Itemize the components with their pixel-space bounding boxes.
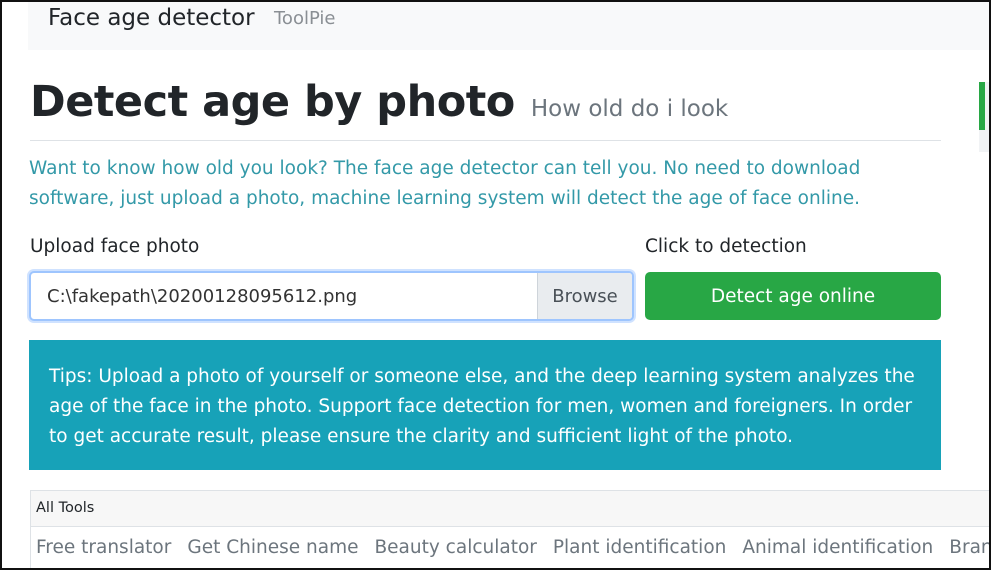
tools-list: Free translator Get Chinese name Beauty … [31,527,989,558]
upload-label: Upload face photo [30,236,200,257]
all-tools-card: All Tools Free translator Get Chinese na… [30,490,989,568]
browse-button[interactable]: Browse [537,273,632,319]
detect-age-button[interactable]: Detect age online [645,272,941,320]
tool-link-free-translator[interactable]: Free translator [36,537,171,558]
tool-link-animal-identification[interactable]: Animal identification [742,537,933,558]
side-green-tab[interactable] [979,82,985,130]
navbar: Face age detector ToolPie [28,2,989,50]
detect-label: Click to detection [645,236,807,257]
tool-link-plant-identification[interactable]: Plant identification [553,537,726,558]
intro-text: Want to know how old you look? The face … [29,158,861,209]
tool-link-beauty-calculator[interactable]: Beauty calculator [374,537,536,558]
navbar-brand[interactable]: Face age detector [48,5,255,31]
tool-link-brand-logo[interactable]: Brand logo [949,537,989,558]
main-content: Detect age by photo How old do i look Wa… [29,74,941,470]
side-panel-edge [979,82,989,152]
nav-link-toolpie[interactable]: ToolPie [274,8,336,29]
file-path-value[interactable]: C:\fakepath\20200128095612.png [31,273,537,319]
tips-alert: Tips: Upload a photo of yourself or some… [29,340,941,470]
page-title: Detect age by photo [30,77,515,127]
file-upload-input[interactable]: C:\fakepath\20200128095612.png Browse [29,271,634,321]
tool-link-chinese-name[interactable]: Get Chinese name [187,537,358,558]
all-tools-header: All Tools [31,491,989,527]
browser-viewport: Face age detector ToolPie Detect age by … [0,0,991,570]
page-header: Detect age by photo How old do i look [30,74,941,141]
page-subtitle: How old do i look [530,96,729,122]
